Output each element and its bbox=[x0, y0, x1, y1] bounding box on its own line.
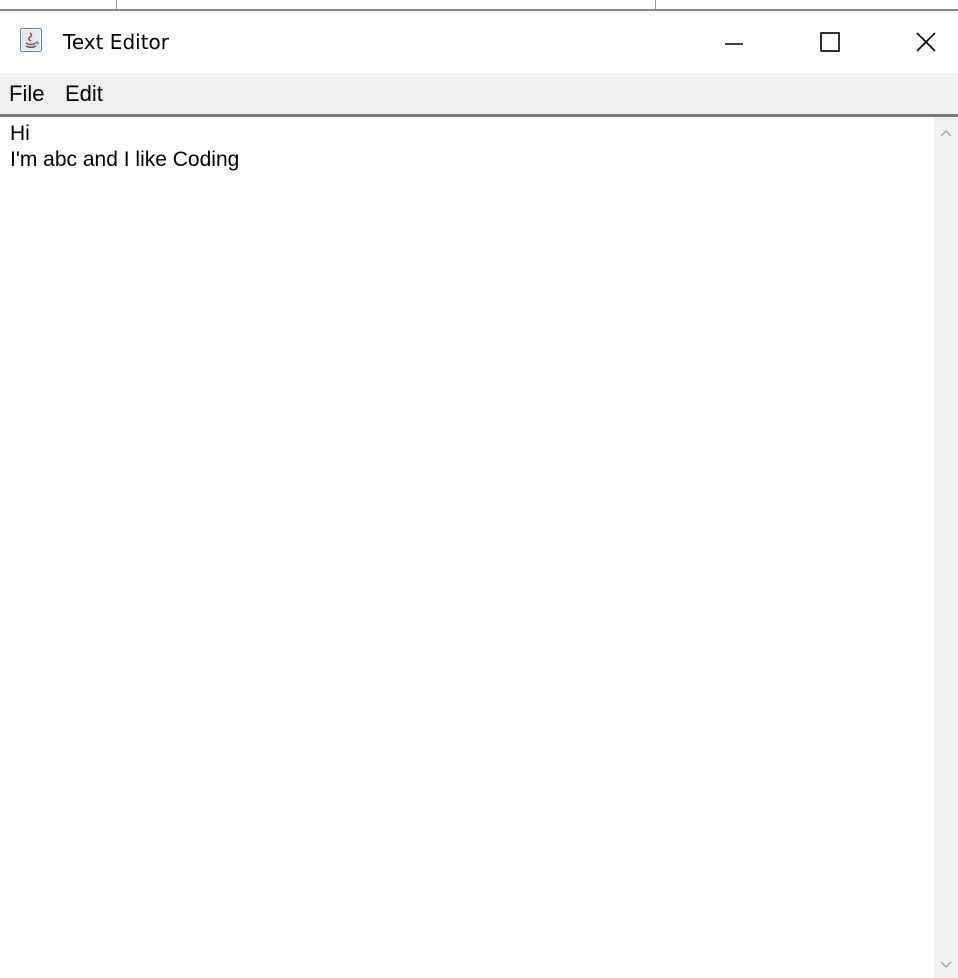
text-line: Hi bbox=[10, 122, 30, 145]
background-divider bbox=[655, 0, 656, 9]
menu-file[interactable]: File bbox=[9, 80, 44, 108]
menu-edit[interactable]: Edit bbox=[65, 80, 103, 108]
text-line: I'm abc and I like Coding bbox=[10, 148, 240, 171]
close-button[interactable] bbox=[894, 11, 958, 73]
minimize-button[interactable] bbox=[702, 11, 766, 73]
background-divider bbox=[116, 0, 117, 9]
close-icon bbox=[916, 32, 936, 52]
scroll-up-button[interactable] bbox=[934, 121, 958, 145]
menu-bar: File Edit bbox=[0, 73, 958, 117]
maximize-button[interactable] bbox=[798, 11, 862, 73]
minimize-icon bbox=[725, 33, 743, 51]
scroll-down-button[interactable] bbox=[934, 953, 958, 977]
vertical-scrollbar[interactable] bbox=[934, 117, 958, 978]
maximize-icon bbox=[820, 32, 840, 52]
java-coffee-cup-icon bbox=[20, 28, 42, 52]
title-bar[interactable]: Text Editor bbox=[0, 11, 958, 73]
text-area[interactable]: Hi I'm abc and I like Coding bbox=[0, 117, 934, 978]
background-window-edge bbox=[0, 0, 958, 11]
chevron-down-icon bbox=[940, 956, 952, 974]
chevron-up-icon bbox=[940, 124, 952, 142]
window-title: Text Editor bbox=[63, 30, 169, 54]
text-editor-window: Text Editor File Edit Hi I'm abc and I l… bbox=[0, 11, 958, 978]
